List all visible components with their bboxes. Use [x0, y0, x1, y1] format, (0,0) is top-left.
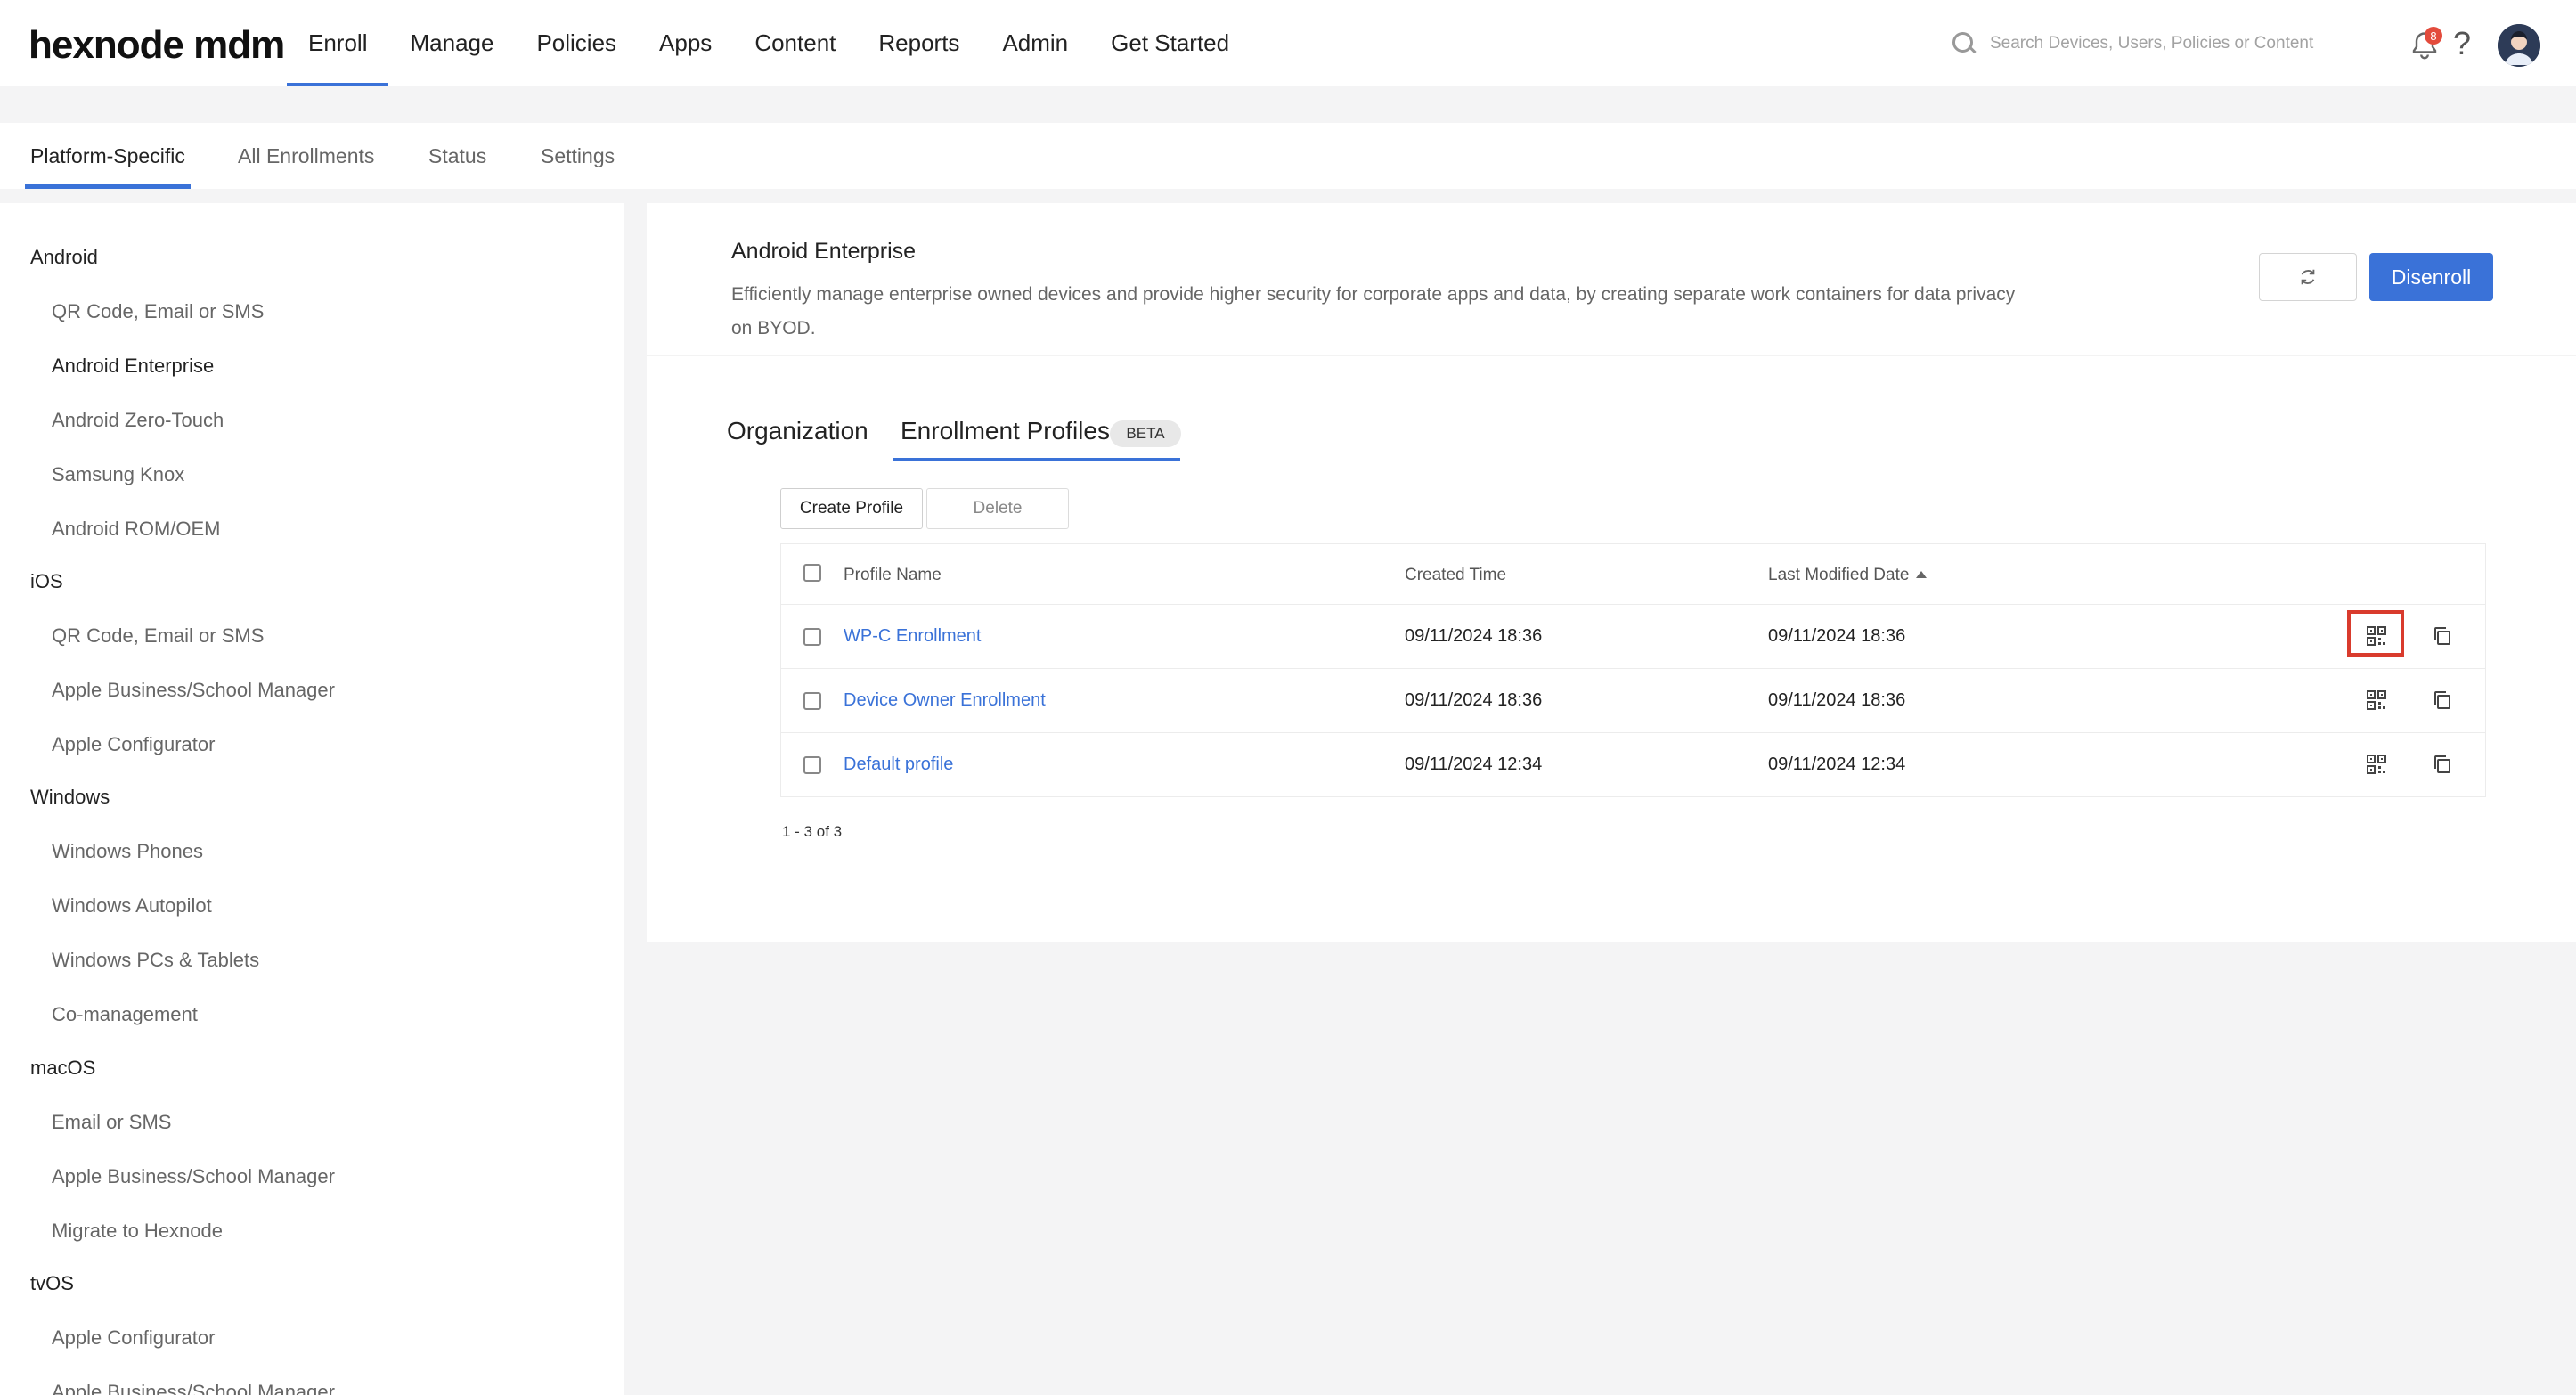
table-row: Default profile 09/11/2024 12:34 09/11/2…: [781, 733, 2485, 797]
sidebar-item-android-enterprise[interactable]: Android Enterprise: [52, 355, 214, 378]
refresh-button[interactable]: [2259, 253, 2357, 301]
disenroll-button[interactable]: Disenroll: [2369, 253, 2493, 301]
sidebar-item-android-rom-oem[interactable]: Android ROM/OEM: [52, 518, 221, 541]
active-tab-indicator: [893, 458, 1180, 461]
help-icon[interactable]: ?: [2453, 25, 2471, 62]
sidebar-item-tvos-abm[interactable]: Apple Business/School Manager: [52, 1381, 335, 1395]
copy-icon[interactable]: [2432, 754, 2453, 775]
enroll-subtabs: Platform-Specific All Enrollments Status…: [0, 123, 2576, 189]
tab-enrollment-profiles[interactable]: Enrollment Profiles: [901, 417, 1110, 445]
logo[interactable]: hexnode mdm: [29, 23, 285, 68]
nav-reports[interactable]: Reports: [857, 0, 981, 86]
divider: [647, 355, 2576, 356]
pagination-info: 1 - 3 of 3: [782, 823, 843, 840]
modified-time: 09/11/2024 12:34: [1768, 755, 1906, 774]
tab-organization[interactable]: Organization: [727, 417, 868, 445]
table-row: Device Owner Enrollment 09/11/2024 18:36…: [781, 669, 2485, 733]
android-enterprise-panel: Android Enterprise Efficiently manage en…: [647, 203, 2576, 942]
nav-apps[interactable]: Apps: [638, 0, 733, 86]
sidebar-group-ios: iOS: [30, 570, 63, 592]
sidebar-item-co-management[interactable]: Co-management: [52, 1003, 198, 1026]
nav-manage[interactable]: Manage: [388, 0, 515, 86]
profiles-table: Profile Name Created Time Last Modified …: [780, 543, 2486, 797]
qr-code-icon[interactable]: [2367, 755, 2386, 774]
sidebar-item-ios-configurator[interactable]: Apple Configurator: [52, 733, 215, 756]
profile-name-link[interactable]: Device Owner Enrollment: [844, 690, 1046, 711]
sidebar-group-macos: macOS: [30, 1056, 96, 1079]
nav-admin[interactable]: Admin: [981, 0, 1089, 86]
created-time: 09/11/2024 12:34: [1405, 755, 1543, 774]
qr-code-icon[interactable]: [2367, 690, 2386, 710]
table-header-row: Profile Name Created Time Last Modified …: [781, 544, 2485, 605]
page-description: Efficiently manage enterprise owned devi…: [731, 284, 2016, 339]
column-last-modified-label: Last Modified Date: [1768, 566, 1910, 584]
platform-sidebar: Android QR Code, Email or SMS Android En…: [0, 203, 624, 1395]
row-checkbox[interactable]: [803, 756, 821, 774]
tab-status[interactable]: Status: [428, 123, 486, 189]
copy-icon[interactable]: [2432, 689, 2453, 711]
tab-platform-specific[interactable]: Platform-Specific: [25, 123, 191, 189]
sidebar-item-macos-abm[interactable]: Apple Business/School Manager: [52, 1165, 335, 1188]
sidebar-item-ios-abm[interactable]: Apple Business/School Manager: [52, 679, 335, 702]
sidebar-group-tvos: tvOS: [30, 1272, 74, 1294]
notification-badge: 8: [2425, 27, 2442, 45]
create-profile-button[interactable]: Create Profile: [780, 488, 923, 529]
search-bar: [1951, 30, 2364, 57]
sort-ascending-icon: [1916, 571, 1928, 578]
tab-settings[interactable]: Settings: [541, 123, 615, 189]
sidebar-item-android-qr[interactable]: QR Code, Email or SMS: [52, 300, 264, 323]
top-header: hexnode mdm Enroll Manage Policies Apps …: [0, 0, 2576, 86]
profile-name-link[interactable]: Default profile: [844, 755, 953, 775]
sidebar-item-migrate-hexnode[interactable]: Migrate to Hexnode: [52, 1220, 223, 1243]
delete-button[interactable]: Delete: [926, 488, 1069, 529]
row-checkbox[interactable]: [803, 692, 821, 710]
sidebar-item-macos-email[interactable]: Email or SMS: [52, 1111, 171, 1134]
sidebar-group-windows: Windows: [30, 786, 110, 808]
nav-policies[interactable]: Policies: [515, 0, 638, 86]
sidebar-item-ios-qr[interactable]: QR Code, Email or SMS: [52, 624, 264, 648]
avatar[interactable]: [2498, 24, 2540, 67]
copy-icon[interactable]: [2432, 625, 2453, 647]
column-created-time[interactable]: Created Time: [1405, 566, 1506, 585]
select-all-checkbox[interactable]: [803, 564, 821, 582]
search-input[interactable]: [1990, 34, 2364, 53]
page-title: Android Enterprise: [731, 239, 917, 264]
created-time: 09/11/2024 18:36: [1405, 626, 1543, 646]
sidebar-item-android-zero-touch[interactable]: Android Zero-Touch: [52, 409, 224, 432]
row-checkbox[interactable]: [803, 628, 821, 646]
sidebar-item-tvos-configurator[interactable]: Apple Configurator: [52, 1326, 215, 1350]
nav-enroll[interactable]: Enroll: [287, 0, 389, 86]
nav-content[interactable]: Content: [733, 0, 857, 86]
profile-name-link[interactable]: WP-C Enrollment: [844, 626, 981, 647]
table-row: WP-C Enrollment 09/11/2024 18:36 09/11/2…: [781, 605, 2485, 669]
modified-time: 09/11/2024 18:36: [1768, 626, 1906, 646]
sidebar-group-android: Android: [30, 246, 98, 268]
nav-get-started[interactable]: Get Started: [1089, 0, 1251, 86]
sidebar-item-samsung-knox[interactable]: Samsung Knox: [52, 463, 184, 486]
created-time: 09/11/2024 18:36: [1405, 690, 1543, 710]
qr-code-icon[interactable]: [2367, 626, 2386, 646]
sidebar-item-windows-phones[interactable]: Windows Phones: [52, 840, 203, 863]
refresh-icon: [2301, 269, 2315, 285]
beta-badge: BETA: [1110, 420, 1181, 447]
column-last-modified[interactable]: Last Modified Date: [1768, 566, 1928, 585]
column-profile-name[interactable]: Profile Name: [844, 566, 942, 585]
modified-time: 09/11/2024 18:36: [1768, 690, 1906, 710]
main-nav: Enroll Manage Policies Apps Content Repo…: [287, 0, 1251, 86]
sidebar-item-windows-pcs[interactable]: Windows PCs & Tablets: [52, 949, 259, 972]
sidebar-item-windows-autopilot[interactable]: Windows Autopilot: [52, 894, 212, 918]
tab-all-enrollments[interactable]: All Enrollments: [238, 123, 374, 189]
notifications-button[interactable]: 8: [2409, 27, 2442, 62]
search-icon: [1951, 30, 1977, 57]
